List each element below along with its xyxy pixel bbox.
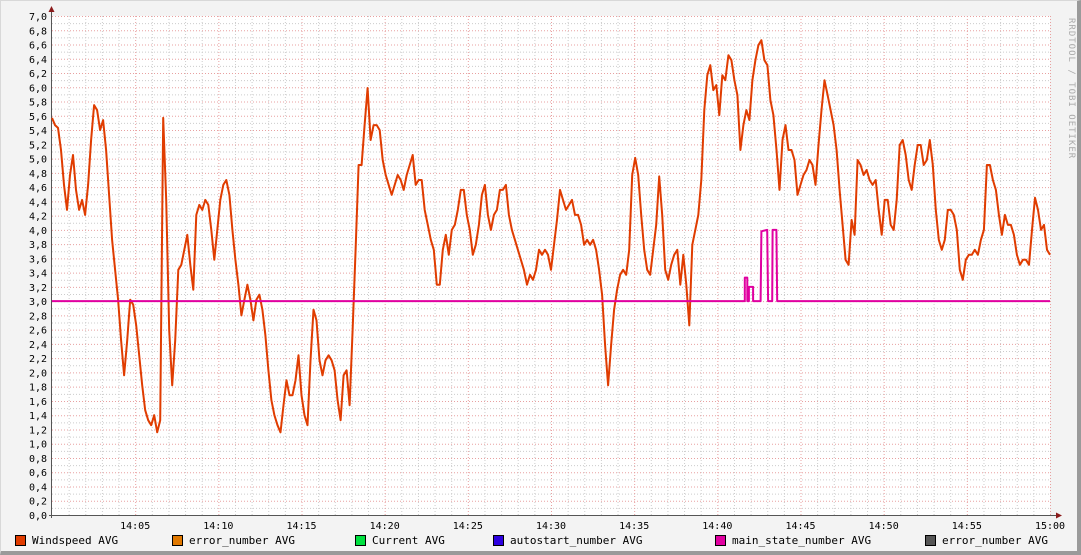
y-tick-label: 2,4	[29, 340, 47, 351]
y-tick-label: 6,0	[29, 83, 47, 94]
legend-swatch	[493, 535, 504, 546]
y-tick-label: 1,8	[29, 383, 47, 394]
y-tick-label: 5,0	[29, 155, 47, 166]
y-tick-label: 6,6	[29, 41, 47, 52]
y-tick-label: 4,0	[29, 226, 47, 237]
y-tick-label: 2,6	[29, 326, 47, 337]
legend-label: autostart_number AVG	[510, 534, 643, 547]
legend-item-main-state-number: main_state_number AVG	[715, 534, 871, 547]
y-tick-label: 4,8	[29, 169, 47, 180]
y-axis-arrow	[48, 6, 55, 12]
y-tick-label: 0,8	[29, 454, 47, 465]
x-tick-label: 14:30	[536, 521, 566, 532]
y-tick-label: 6,8	[29, 26, 47, 37]
y-tick-label: 6,2	[29, 69, 47, 80]
y-tick-label: 3,8	[29, 240, 47, 251]
y-tick-label: 0,0	[29, 511, 47, 522]
x-tick-label: 15:00	[1035, 521, 1065, 532]
legend-swatch	[172, 535, 183, 546]
legend-label: main_state_number AVG	[732, 534, 872, 547]
y-tick-label: 3,6	[29, 254, 47, 265]
chart: 0,0 0,2 0,4 0,6 0,8 1,0 1,2 1,4 1,6 1,8 2,0 2,2 2,4 2…	[29, 6, 1065, 532]
x-tick-label: 14:20	[370, 521, 400, 532]
y-tick-label: 6,4	[29, 55, 47, 66]
legend-label: Windspeed AVG	[32, 534, 119, 547]
legend-item-current: Current AVG	[355, 534, 445, 547]
y-tick-label: 3,4	[29, 269, 47, 280]
x-tick-label: 14:35	[619, 521, 649, 532]
x-tick-label: 14:25	[453, 521, 483, 532]
y-tick-label: 1,0	[29, 440, 47, 451]
y-tick-label: 0,4	[29, 482, 47, 493]
y-tick-label: 0,6	[29, 468, 47, 479]
x-tick-label: 14:45	[785, 521, 815, 532]
y-tick-label: 5,8	[29, 98, 47, 109]
y-tick-label: 5,4	[29, 126, 47, 137]
y-tick-label: 5,2	[29, 140, 47, 151]
x-axis-arrow	[1056, 512, 1062, 519]
legend-label: error_number AVG	[189, 534, 295, 547]
legend-item-error-number: error_number AVG	[172, 534, 295, 547]
y-tick-label: 1,6	[29, 397, 47, 408]
x-tick-label: 14:05	[120, 521, 150, 532]
y-tick-label: 1,4	[29, 411, 47, 422]
legend-swatch	[925, 535, 936, 546]
legend-label: error_number AVG	[942, 534, 1048, 547]
y-tick-label: 1,2	[29, 425, 47, 436]
x-tick-label: 14:55	[952, 521, 982, 532]
x-tick-label: 14:40	[702, 521, 732, 532]
legend-item-windspeed: Windspeed AVG	[15, 534, 118, 547]
y-tick-label: 7,0	[29, 12, 47, 23]
y-tick-label: 5,6	[29, 112, 47, 123]
y-tick-label: 3,0	[29, 297, 47, 308]
legend-label: Current AVG	[372, 534, 445, 547]
y-tick-label: 0,2	[29, 497, 47, 508]
y-tick-label: 2,8	[29, 311, 47, 322]
x-tick-label: 14:10	[203, 521, 233, 532]
legend-swatch	[715, 535, 726, 546]
y-tick-label: 4,4	[29, 197, 47, 208]
legend-swatch	[355, 535, 366, 546]
legend-item-autostart-number: autostart_number AVG	[493, 534, 642, 547]
y-tick-label: 4,6	[29, 183, 47, 194]
x-tick-label: 14:15	[286, 521, 316, 532]
y-tick-label: 3,2	[29, 283, 47, 294]
watermark: RRDTOOL / TOBI OETIKER	[1066, 18, 1076, 160]
legend-item-error-number-2: error_number AVG	[925, 534, 1048, 547]
x-tick-label: 14:50	[869, 521, 899, 532]
legend-swatch	[15, 535, 26, 546]
y-tick-label: 4,2	[29, 212, 47, 223]
y-tick-label: 2,0	[29, 368, 47, 379]
y-tick-label: 2,2	[29, 354, 47, 365]
